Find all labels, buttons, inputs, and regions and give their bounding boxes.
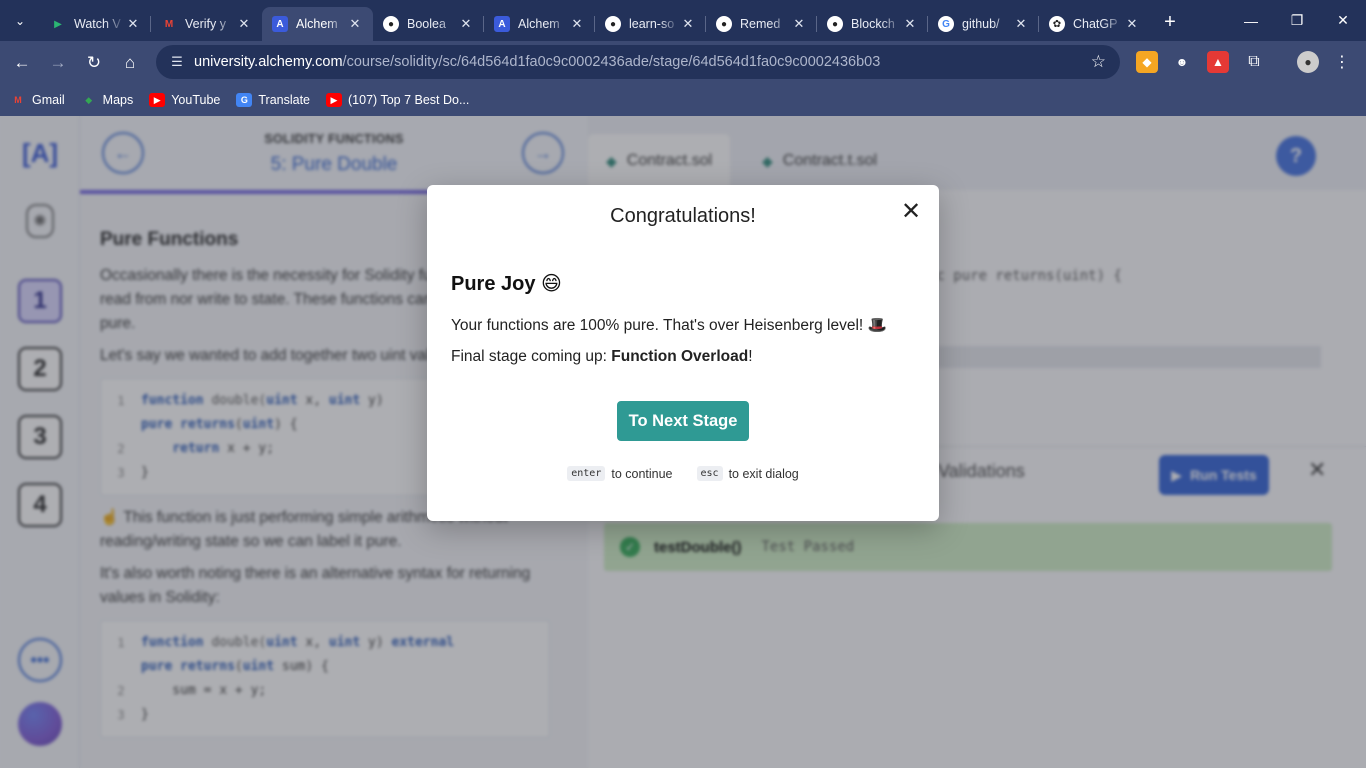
browser-tab-bar: ⌄ ▶ Watch V ✕ M Verify y ✕ A Alchem ✕ ● …: [0, 0, 1366, 41]
gmail-icon: M: [164, 18, 174, 30]
ninja-extension-icon[interactable]: ☻: [1171, 51, 1193, 73]
tab-close-icon[interactable]: ✕: [791, 16, 807, 32]
tab-label: Remed: [740, 17, 781, 31]
esc-hint: esc to exit dialog: [696, 466, 799, 481]
tab-search-chevron-icon[interactable]: ⌄: [0, 0, 40, 41]
dialog-message: Your functions are 100% pure. That's ove…: [451, 317, 887, 334]
esc-key: esc: [696, 466, 723, 481]
play-icon: ▶: [54, 18, 62, 30]
alchemy-icon: A: [494, 16, 510, 32]
restore-icon[interactable]: ❐: [1274, 0, 1320, 41]
to-next-stage-button[interactable]: To Next Stage: [617, 401, 749, 441]
tab-label: Verify y: [185, 17, 226, 31]
browser-toolbar: ← → ↻ ⌂ ☰ university.alchemy.com/course/…: [0, 41, 1366, 84]
bookmark-gmail[interactable]: M Gmail: [10, 93, 65, 107]
maps-icon: ◆: [85, 94, 93, 105]
youtube-icon: ▶: [149, 93, 166, 107]
congratulations-dialog: Congratulations! ✕ Pure Joy 😄 Your funct…: [427, 185, 939, 521]
url-domain: university.alchemy.com: [194, 54, 343, 70]
reload-icon[interactable]: ↻: [76, 45, 112, 81]
github-icon: ●: [605, 16, 621, 32]
bookmark-translate[interactable]: G Translate: [236, 93, 310, 107]
discord-icon: ●: [383, 16, 399, 32]
next-stage-name: Function Overload: [611, 348, 749, 365]
bookmark-maps[interactable]: ◆ Maps: [81, 93, 134, 107]
browser-tab[interactable]: ✿ ChatGP ✕: [1039, 7, 1150, 41]
enter-key: enter: [567, 466, 606, 481]
tab-label: Blockch: [851, 17, 895, 31]
browser-tab[interactable]: ● learn-so ✕: [595, 7, 706, 41]
tab-label: ChatGP: [1073, 17, 1118, 31]
bookmark-label: Maps: [102, 93, 134, 107]
bookmark-label: Translate: [258, 93, 311, 107]
tab-close-icon[interactable]: ✕: [458, 16, 474, 32]
github-icon: ●: [827, 16, 843, 32]
enter-hint-text: to continue: [611, 466, 673, 481]
forward-arrow-icon[interactable]: →: [40, 45, 76, 81]
youtube-icon: ▶: [326, 93, 343, 107]
browser-tab[interactable]: A Alchem ✕: [484, 7, 595, 41]
dialog-title: Congratulations!: [610, 205, 756, 227]
tab-close-icon[interactable]: ✕: [347, 16, 363, 32]
browser-tab[interactable]: G github/ ✕: [928, 7, 1039, 41]
github-icon: ●: [716, 16, 732, 32]
tab-close-icon[interactable]: ✕: [569, 16, 585, 32]
keyboard-hints: enter to continue esc to exit dialog: [427, 466, 939, 481]
site-info-icon[interactable]: ☰: [166, 51, 188, 73]
enter-hint: enter to continue: [567, 466, 673, 481]
browser-tab[interactable]: ● Remed ✕: [706, 7, 817, 41]
tab-close-icon[interactable]: ✕: [1013, 16, 1029, 32]
next-stage-suffix: !: [748, 348, 753, 365]
dialog-heading: Pure Joy 😄: [451, 273, 562, 295]
tab-label: Alchem: [296, 17, 338, 31]
browser-tab[interactable]: ▶ Watch V ✕: [40, 7, 151, 41]
bookmark-label: (107) Top 7 Best Do...: [348, 93, 470, 107]
url-text[interactable]: university.alchemy.com/course/solidity/s…: [194, 54, 880, 70]
tab-label: Watch V: [74, 17, 121, 31]
next-stage-text: Final stage coming up: Function Overload…: [451, 348, 753, 366]
red-extension-icon[interactable]: ▲: [1207, 51, 1229, 73]
tab-label: github/: [962, 17, 1000, 31]
next-stage-prefix: Final stage coming up:: [451, 348, 612, 365]
bookmark-youtube-video[interactable]: ▶ (107) Top 7 Best Do...: [326, 93, 469, 107]
browser-tab-active[interactable]: A Alchem ✕: [262, 7, 373, 41]
url-path: /course/solidity/sc/64d564d1fa0c9c000243…: [342, 54, 881, 70]
bookmark-label: Gmail: [32, 93, 65, 107]
home-icon[interactable]: ⌂: [112, 45, 148, 81]
bookmark-label: YouTube: [171, 93, 221, 107]
bookmark-youtube[interactable]: ▶ YouTube: [149, 93, 220, 107]
tab-label: Boolea: [407, 17, 446, 31]
chatgpt-icon: ✿: [1049, 16, 1065, 32]
window-close-icon[interactable]: ✕: [1320, 0, 1366, 41]
esc-hint-text: to exit dialog: [728, 466, 799, 481]
close-icon[interactable]: ✕: [897, 197, 925, 225]
tab-label: Alchem: [518, 17, 560, 31]
brave-shield-icon[interactable]: ◆: [1136, 51, 1158, 73]
address-bar[interactable]: ☰ university.alchemy.com/course/solidity…: [156, 45, 1120, 79]
tab-close-icon[interactable]: ✕: [680, 16, 696, 32]
profile-avatar-icon[interactable]: ●: [1297, 51, 1319, 73]
gmail-icon: M: [14, 95, 22, 105]
tab-close-icon[interactable]: ✕: [236, 16, 252, 32]
tab-close-icon[interactable]: ✕: [902, 16, 918, 32]
tab-label: learn-so: [629, 17, 675, 31]
new-tab-plus-icon[interactable]: +: [1150, 11, 1190, 34]
browser-tab[interactable]: M Verify y ✕: [151, 7, 262, 41]
bookmark-star-icon[interactable]: ☆: [1091, 52, 1106, 72]
google-icon: G: [938, 16, 954, 32]
tab-close-icon[interactable]: ✕: [125, 16, 141, 32]
kebab-menu-icon[interactable]: ⋮: [1331, 51, 1353, 73]
bookmarks-bar: M Gmail ◆ Maps ▶ YouTube G Translate ▶ (…: [0, 84, 1366, 116]
back-arrow-icon[interactable]: ←: [4, 45, 40, 81]
translate-icon: G: [236, 93, 253, 107]
extensions-puzzle-icon[interactable]: ⧉: [1243, 51, 1265, 73]
browser-tab[interactable]: ● Blockch ✕: [817, 7, 928, 41]
alchemy-icon: A: [272, 16, 288, 32]
window-controls: — ❐ ✕: [1228, 0, 1366, 41]
minimize-icon[interactable]: —: [1228, 0, 1274, 41]
browser-tab[interactable]: ● Boolea ✕: [373, 7, 484, 41]
tab-close-icon[interactable]: ✕: [1124, 16, 1140, 32]
